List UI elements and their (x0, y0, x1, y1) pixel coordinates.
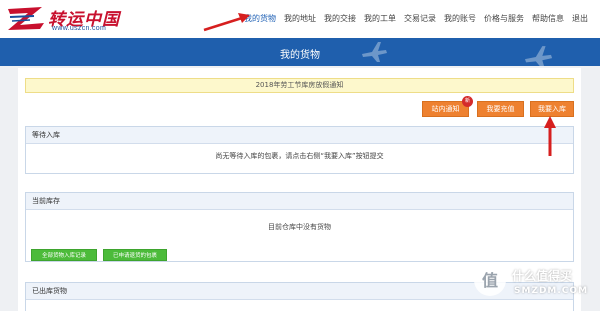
main-nav: 我的货物 我的地址 我的交接 我的工单 交易记录 我的账号 价格与服务 帮助信息… (240, 13, 592, 24)
pending-panel: 等待入库 尚无等待入库的包裹，请点击右侧“我要入库”按钮提交 (25, 126, 574, 174)
inbox-button-label: 站内通知 (431, 105, 460, 113)
inbound-history-button[interactable]: 全部货物入库记录 (31, 249, 97, 261)
current-stock-panel-title: 当前库存 (26, 193, 573, 210)
page-banner: 我的货物 (0, 38, 600, 66)
nav-my-account[interactable]: 我的账号 (440, 13, 480, 24)
nav-my-address[interactable]: 我的地址 (280, 13, 320, 24)
nav-pricing[interactable]: 价格与服务 (480, 13, 528, 24)
svg-text:值: 值 (482, 271, 498, 290)
new-badge: 新 (462, 96, 473, 107)
page-title: 我的货物 (280, 50, 320, 61)
watermark-domain: SMZDM.COM (514, 286, 589, 296)
nav-logout[interactable]: 退出 (568, 13, 592, 24)
current-stock-panel: 当前库存 目前仓库中没有货物 全部货物入库记录 已申请退货的包裹 (25, 192, 574, 262)
watermark-logo-icon: 值 (474, 264, 506, 296)
pending-panel-message: 尚无等待入库的包裹，请点击右侧“我要入库”按钮提交 (215, 152, 384, 160)
nav-my-tickets[interactable]: 我的工单 (360, 13, 400, 24)
top-header: 转运中国 www.uszcn.com 我的货物 我的地址 我的交接 我的工单 交… (0, 0, 600, 38)
site-logo[interactable]: 转运中国 www.uszcn.com (6, 3, 131, 35)
watermark-text: 什么值得买 (512, 269, 573, 283)
logo-url: www.uszcn.com (52, 25, 107, 32)
holiday-notice[interactable]: 2018年劳工节库房放假通知 (25, 78, 574, 93)
stock-in-button[interactable]: 我要入库 (530, 101, 574, 117)
inbox-button[interactable]: 站内通知 新 (422, 96, 473, 117)
annotation-arrow-icon (544, 116, 556, 156)
nav-my-handover[interactable]: 我的交接 (320, 13, 360, 24)
annotation-arrow-icon (203, 13, 250, 32)
nav-help[interactable]: 帮助信息 (528, 13, 568, 24)
pending-panel-title: 等待入库 (26, 127, 573, 144)
returned-packages-button[interactable]: 已申请退货的包裹 (103, 249, 167, 261)
smzdm-watermark: 值 什么值得买 SMZDM.COM (474, 258, 594, 308)
current-stock-actions: 全部货物入库记录 已申请退货的包裹 (31, 249, 231, 261)
current-stock-message: 目前仓库中没有货物 (268, 223, 331, 231)
logo-z-icon (8, 7, 44, 30)
nav-transactions[interactable]: 交易记录 (400, 13, 440, 24)
recharge-button[interactable]: 我要充值 (477, 101, 524, 117)
